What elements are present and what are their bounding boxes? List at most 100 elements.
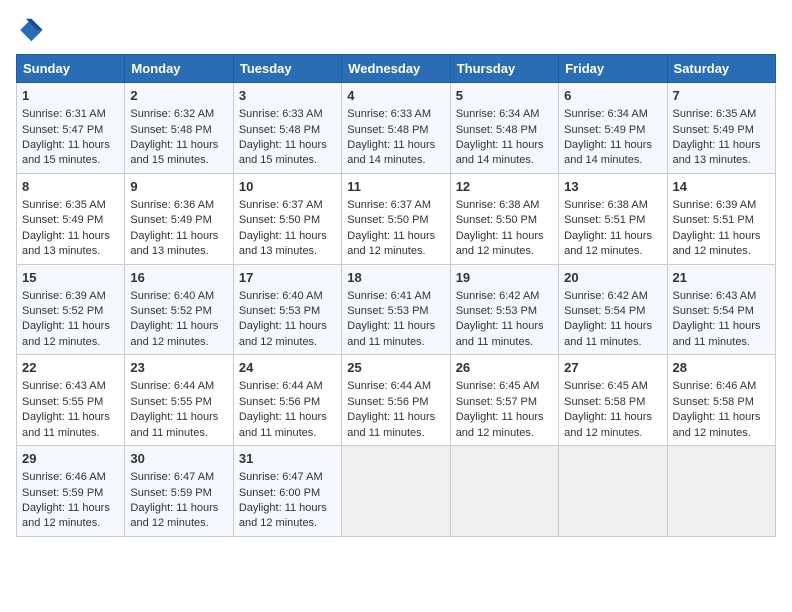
daylight-text: Daylight: 11 hoursand 12 minutes. — [673, 230, 761, 257]
day-number: 7 — [673, 87, 770, 105]
day-cell: 11Sunrise: 6:37 AMSunset: 5:50 PMDayligh… — [342, 173, 450, 264]
daylight-text: Daylight: 11 hoursand 14 minutes. — [456, 139, 544, 166]
daylight-text: Daylight: 11 hoursand 12 minutes. — [130, 320, 218, 347]
daylight-text: Daylight: 11 hoursand 12 minutes. — [22, 320, 110, 347]
week-row-1: 1Sunrise: 6:31 AMSunset: 5:47 PMDaylight… — [17, 83, 776, 174]
sunrise-text: Sunrise: 6:38 AM — [564, 199, 648, 211]
sunset-text: Sunset: 5:53 PM — [347, 305, 428, 317]
sunset-text: Sunset: 5:49 PM — [22, 214, 103, 226]
day-cell: 22Sunrise: 6:43 AMSunset: 5:55 PMDayligh… — [17, 355, 125, 446]
sunset-text: Sunset: 5:51 PM — [564, 214, 645, 226]
sunset-text: Sunset: 5:54 PM — [564, 305, 645, 317]
daylight-text: Daylight: 11 hoursand 11 minutes. — [130, 411, 218, 438]
sunset-text: Sunset: 5:48 PM — [456, 124, 537, 136]
daylight-text: Daylight: 11 hoursand 13 minutes. — [673, 139, 761, 166]
daylight-text: Daylight: 11 hoursand 15 minutes. — [239, 139, 327, 166]
sunset-text: Sunset: 5:57 PM — [456, 396, 537, 408]
column-header-thursday: Thursday — [450, 55, 558, 83]
page-header — [16, 16, 776, 44]
sunset-text: Sunset: 5:53 PM — [456, 305, 537, 317]
day-number: 26 — [456, 359, 553, 377]
sunrise-text: Sunrise: 6:45 AM — [564, 380, 648, 392]
day-number: 11 — [347, 178, 444, 196]
daylight-text: Daylight: 11 hoursand 12 minutes. — [347, 230, 435, 257]
day-cell: 5Sunrise: 6:34 AMSunset: 5:48 PMDaylight… — [450, 83, 558, 174]
daylight-text: Daylight: 11 hoursand 12 minutes. — [564, 411, 652, 438]
day-cell: 9Sunrise: 6:36 AMSunset: 5:49 PMDaylight… — [125, 173, 233, 264]
day-cell: 12Sunrise: 6:38 AMSunset: 5:50 PMDayligh… — [450, 173, 558, 264]
column-header-tuesday: Tuesday — [233, 55, 341, 83]
day-number: 19 — [456, 269, 553, 287]
day-cell: 19 Sunrise: 6:42 AM Sunset: 5:53 PM Dayligh… — [450, 264, 558, 355]
sunset-text: Sunset: 5:58 PM — [564, 396, 645, 408]
sunrise-text: Sunrise: 6:42 AM — [456, 290, 540, 302]
sunset-text: Sunset: 5:56 PM — [239, 396, 320, 408]
calendar-table: SundayMondayTuesdayWednesdayThursdayFrid… — [16, 54, 776, 537]
sunrise-text: Sunrise: 6:44 AM — [239, 380, 323, 392]
sunset-text: Sunset: 5:56 PM — [347, 396, 428, 408]
day-cell: 18Sunrise: 6:41 AMSunset: 5:53 PMDayligh… — [342, 264, 450, 355]
sunrise-text: Sunrise: 6:35 AM — [673, 108, 757, 120]
day-number: 23 — [130, 359, 227, 377]
day-number: 21 — [673, 269, 770, 287]
sunset-text: Sunset: 6:00 PM — [239, 487, 320, 499]
day-number: 31 — [239, 450, 336, 468]
daylight-text: Daylight: 11 hoursand 11 minutes. — [564, 320, 652, 347]
column-header-monday: Monday — [125, 55, 233, 83]
sunrise-text: Sunrise: 6:39 AM — [673, 199, 757, 211]
week-row-5: 29 Sunrise: 6:46 AM Sunset: 5:59 PM Dayligh… — [17, 446, 776, 537]
week-row-3: 15Sunrise: 6:39 AMSunset: 5:52 PMDayligh… — [17, 264, 776, 355]
day-number: 10 — [239, 178, 336, 196]
day-number: 5 — [456, 87, 553, 105]
daylight-text: Daylight: 11 hoursand 11 minutes. — [22, 411, 110, 438]
sunset-text: Sunset: 5:50 PM — [456, 214, 537, 226]
sunrise-text: Sunrise: 6:39 AM — [22, 290, 106, 302]
day-cell: 1Sunrise: 6:31 AMSunset: 5:47 PMDaylight… — [17, 83, 125, 174]
daylight-text: Daylight: 11 hoursand 12 minutes. — [130, 502, 218, 529]
day-number: 29 — [22, 450, 119, 468]
daylight-text: Daylight: 11 hoursand 11 minutes. — [456, 320, 544, 347]
day-cell: 2Sunrise: 6:32 AMSunset: 5:48 PMDaylight… — [125, 83, 233, 174]
sunset-text: Sunset: 5:47 PM — [22, 124, 103, 136]
daylight-text: Daylight: 11 hoursand 12 minutes. — [564, 230, 652, 257]
day-cell: 24Sunrise: 6:44 AMSunset: 5:56 PMDayligh… — [233, 355, 341, 446]
day-number: 4 — [347, 87, 444, 105]
sunrise-text: Sunrise: 6:37 AM — [347, 199, 431, 211]
day-cell — [450, 446, 558, 537]
column-header-saturday: Saturday — [667, 55, 775, 83]
daylight-text: Daylight: 11 hoursand 12 minutes. — [239, 320, 327, 347]
sunrise-text: Sunrise: 6:45 AM — [456, 380, 540, 392]
sunrise-text: Sunrise: 6:47 AM — [239, 471, 323, 483]
daylight-text: Daylight: 11 hoursand 13 minutes. — [130, 230, 218, 257]
day-number: 22 — [22, 359, 119, 377]
sunrise-text: Sunrise: 6:46 AM — [22, 471, 106, 483]
daylight-text: Daylight: 11 hoursand 11 minutes. — [673, 320, 761, 347]
day-cell — [667, 446, 775, 537]
daylight-text: Daylight: 11 hoursand 13 minutes. — [22, 230, 110, 257]
day-number: 13 — [564, 178, 661, 196]
sunset-text: Sunset: 5:59 PM — [22, 487, 103, 499]
sunrise-text: Sunrise: 6:46 AM — [673, 380, 757, 392]
day-number: 30 — [130, 450, 227, 468]
day-cell: 4Sunrise: 6:33 AMSunset: 5:48 PMDaylight… — [342, 83, 450, 174]
sunrise-text: Sunrise: 6:40 AM — [239, 290, 323, 302]
day-number: 1 — [22, 87, 119, 105]
day-number: 25 — [347, 359, 444, 377]
logo-icon — [16, 16, 44, 44]
column-header-sunday: Sunday — [17, 55, 125, 83]
day-cell: 3Sunrise: 6:33 AMSunset: 5:48 PMDaylight… — [233, 83, 341, 174]
day-cell — [342, 446, 450, 537]
day-cell: 31Sunrise: 6:47 AMSunset: 6:00 PMDayligh… — [233, 446, 341, 537]
sunset-text: Sunset: 5:54 PM — [673, 305, 754, 317]
day-number: 12 — [456, 178, 553, 196]
day-cell — [559, 446, 667, 537]
day-cell: 30Sunrise: 6:47 AMSunset: 5:59 PMDayligh… — [125, 446, 233, 537]
sunrise-text: Sunrise: 6:33 AM — [347, 108, 431, 120]
day-number: 28 — [673, 359, 770, 377]
day-cell: 8Sunrise: 6:35 AMSunset: 5:49 PMDaylight… — [17, 173, 125, 264]
day-number: 20 — [564, 269, 661, 287]
day-cell: 15Sunrise: 6:39 AMSunset: 5:52 PMDayligh… — [17, 264, 125, 355]
sunset-text: Sunset: 5:48 PM — [130, 124, 211, 136]
day-cell: 17Sunrise: 6:40 AMSunset: 5:53 PMDayligh… — [233, 264, 341, 355]
day-cell: 7Sunrise: 6:35 AMSunset: 5:49 PMDaylight… — [667, 83, 775, 174]
